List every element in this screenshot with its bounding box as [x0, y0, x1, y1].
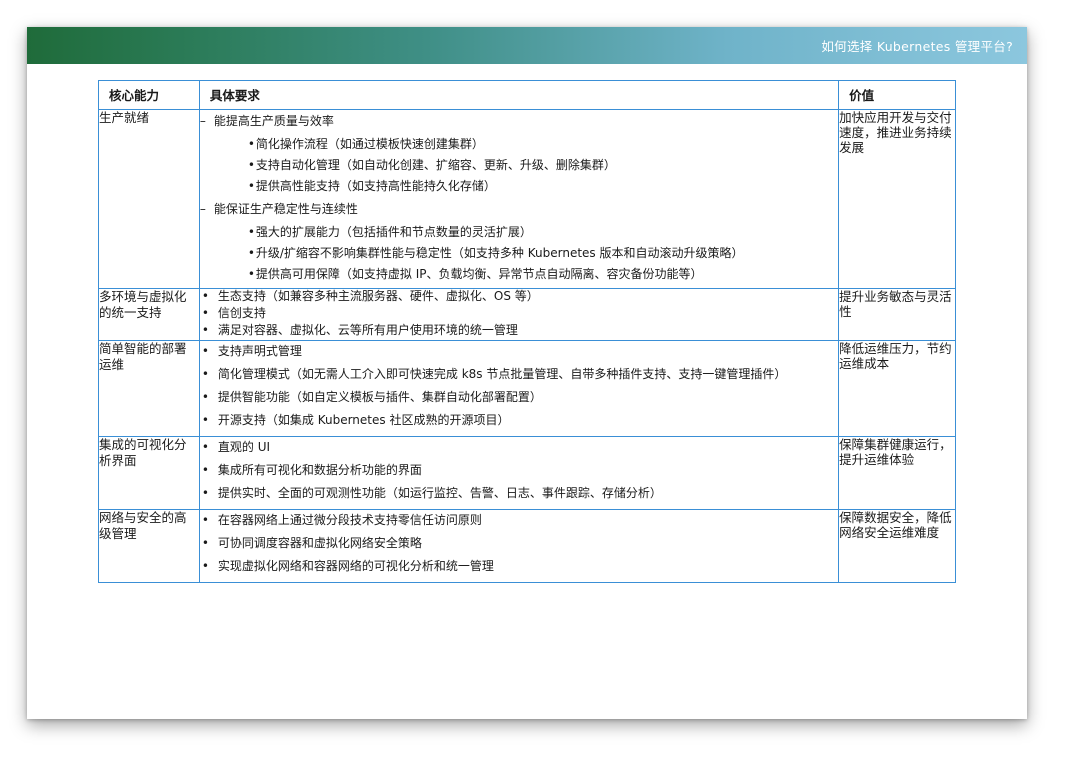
- requirements-cell: – 能提高生产质量与效率 • 简化操作流程（如通过模板快速创建集群） • 支持自动化管…: [198, 109, 840, 289]
- column-header-value: 价值: [838, 80, 956, 110]
- list-item-text: 强大的扩展能力（包括插件和节点数量的灵活扩展）: [255, 225, 532, 239]
- list-item-text: 支持声明式管理: [217, 344, 302, 358]
- table-row: 网络与安全的高级管理 • 在容器网络上通过微分段技术支持零信任访问原则 • 可协同调…: [98, 509, 956, 583]
- value-cell: 保障集群健康运行，提升运维体验: [838, 436, 956, 510]
- dash-marker: –: [199, 202, 206, 216]
- capability-cell: 简单智能的部署运维: [98, 340, 200, 437]
- bullet-marker: •: [247, 246, 255, 260]
- bullet-marker: •: [247, 225, 255, 239]
- document-page: 如何选择 Kubernetes 管理平台? 核心能力 具体要求 价值 生产就绪 …: [27, 27, 1027, 719]
- column-header-requirements: 具体要求: [198, 80, 840, 110]
- bullet-marker: •: [201, 559, 209, 573]
- list-item-text: 简化操作流程（如通过模板快速创建集群）: [255, 137, 484, 151]
- list-item: • 在容器网络上通过微分段技术支持零信任访问原则: [200, 513, 838, 528]
- group-heading-text: 能提高生产质量与效率: [213, 114, 334, 128]
- value-cell: 保障数据安全，降低网络安全运维难度: [838, 509, 956, 583]
- list-item: • 提供高性能支持（如支持高性能持久化存储）: [200, 179, 838, 194]
- bullet-marker: •: [201, 440, 209, 454]
- list-item: • 升级/扩缩容不影响集群性能与稳定性（如支持多种 Kubernetes 版本和自…: [200, 246, 838, 261]
- list-item-text: 提供智能功能（如自定义模板与插件、集群自动化部署配置）: [217, 390, 542, 404]
- bullet-marker: •: [201, 344, 209, 358]
- requirements-cell: • 生态支持（如兼容多种主流服务器、硬件、虚拟化、OS 等） • 信创支持 • 满足对…: [198, 288, 840, 341]
- table-header-row: 核心能力 具体要求 价值: [98, 80, 956, 110]
- list-item-text: 简化管理模式（如无需人工介入即可快速完成 k8s 节点批量管理、自带多种插件支持…: [217, 367, 787, 381]
- list-item-text: 集成所有可视化和数据分析功能的界面: [217, 463, 422, 477]
- list-item: • 简化管理模式（如无需人工介入即可快速完成 k8s 节点批量管理、自带多种插件支…: [200, 367, 838, 382]
- list-item: • 提供智能功能（如自定义模板与插件、集群自动化部署配置）: [200, 390, 838, 405]
- list-item-text: 生态支持（如兼容多种主流服务器、硬件、虚拟化、OS 等）: [217, 289, 539, 303]
- capability-cell: 生产就绪: [98, 109, 200, 289]
- list-item: • 提供实时、全面的可观测性功能（如运行监控、告警、日志、事件跟踪、存储分析）: [200, 486, 838, 501]
- table-row: 集成的可视化分析界面 • 直观的 UI • 集成所有可视化和数据分析功能的界面 • 提…: [98, 436, 956, 510]
- capability-cell: 网络与安全的高级管理: [98, 509, 200, 583]
- value-cell: 加快应用开发与交付速度，推进业务持续发展: [838, 109, 956, 289]
- capability-cell: 集成的可视化分析界面: [98, 436, 200, 510]
- bullet-marker: •: [247, 137, 255, 151]
- list-item: • 支持声明式管理: [200, 344, 838, 359]
- dash-marker: –: [199, 114, 206, 128]
- list-item-text: 升级/扩缩容不影响集群性能与稳定性（如支持多种 Kubernetes 版本和自动…: [255, 246, 744, 260]
- bullet-marker: •: [201, 513, 209, 527]
- bullet-marker: •: [201, 413, 209, 427]
- list-item-text: 开源支持（如集成 Kubernetes 社区成熟的开源项目）: [217, 413, 510, 427]
- list-item: • 简化操作流程（如通过模板快速创建集群）: [200, 137, 838, 152]
- group-heading: – 能保证生产稳定性与连续性: [200, 200, 838, 219]
- list-item-text: 提供高可用保障（如支持虚拟 IP、负载均衡、异常节点自动隔离、容灾备份功能等）: [255, 267, 703, 281]
- list-item-text: 在容器网络上通过微分段技术支持零信任访问原则: [217, 513, 482, 527]
- list-item-text: 直观的 UI: [217, 440, 271, 454]
- list-item: • 强大的扩展能力（包括插件和节点数量的灵活扩展）: [200, 225, 838, 240]
- list-item: • 信创支持: [200, 306, 838, 321]
- list-item: • 满足对容器、虚拟化、云等所有用户使用环境的统一管理: [200, 323, 838, 338]
- requirements-cell: • 在容器网络上通过微分段技术支持零信任访问原则 • 可协同调度容器和虚拟化网络安全…: [198, 509, 840, 583]
- list-item: • 可协同调度容器和虚拟化网络安全策略: [200, 536, 838, 551]
- list-item-text: 提供高性能支持（如支持高性能持久化存储）: [255, 179, 496, 193]
- list-item-text: 提供实时、全面的可观测性功能（如运行监控、告警、日志、事件跟踪、存储分析）: [217, 486, 662, 500]
- bullet-marker: •: [247, 179, 255, 193]
- list-item-text: 支持自动化管理（如自动化创建、扩缩容、更新、升级、删除集群）: [255, 158, 616, 172]
- list-item: • 支持自动化管理（如自动化创建、扩缩容、更新、升级、删除集群）: [200, 158, 838, 173]
- bullet-marker: •: [201, 486, 209, 500]
- header-banner: 如何选择 Kubernetes 管理平台?: [27, 27, 1027, 64]
- bullet-marker: •: [201, 367, 209, 381]
- group-heading-text: 能保证生产稳定性与连续性: [213, 202, 358, 216]
- list-item-text: 信创支持: [217, 306, 266, 320]
- table-row: 多环境与虚拟化的统一支持 • 生态支持（如兼容多种主流服务器、硬件、虚拟化、OS …: [98, 288, 956, 341]
- list-item-text: 满足对容器、虚拟化、云等所有用户使用环境的统一管理: [217, 323, 518, 337]
- capability-cell: 多环境与虚拟化的统一支持: [98, 288, 200, 341]
- list-item: • 直观的 UI: [200, 440, 838, 455]
- column-header-capability: 核心能力: [98, 80, 200, 110]
- list-item-text: 可协同调度容器和虚拟化网络安全策略: [217, 536, 422, 550]
- bullet-marker: •: [201, 289, 209, 303]
- table-row: 简单智能的部署运维 • 支持声明式管理 • 简化管理模式（如无需人工介入即可快速完成…: [98, 340, 956, 437]
- value-cell: 提升业务敏态与灵活性: [838, 288, 956, 341]
- bullet-marker: •: [201, 536, 209, 550]
- list-item-text: 实现虚拟化网络和容器网络的可视化分析和统一管理: [217, 559, 494, 573]
- requirements-cell: • 支持声明式管理 • 简化管理模式（如无需人工介入即可快速完成 k8s 节点批量管…: [198, 340, 840, 437]
- value-cell: 降低运维压力，节约运维成本: [838, 340, 956, 437]
- list-item: • 提供高可用保障（如支持虚拟 IP、负载均衡、异常节点自动隔离、容灾备份功能等）: [200, 267, 838, 282]
- bullet-marker: •: [201, 463, 209, 477]
- list-item: • 实现虚拟化网络和容器网络的可视化分析和统一管理: [200, 559, 838, 574]
- bullet-marker: •: [247, 267, 255, 281]
- list-item: • 生态支持（如兼容多种主流服务器、硬件、虚拟化、OS 等）: [200, 289, 838, 304]
- list-item: • 集成所有可视化和数据分析功能的界面: [200, 463, 838, 478]
- bullet-marker: •: [201, 390, 209, 404]
- group-heading: – 能提高生产质量与效率: [200, 112, 838, 131]
- bullet-marker: •: [201, 306, 209, 320]
- table-row: 生产就绪 – 能提高生产质量与效率 • 简化操作流程（如通过模板快速创建集群） • 支…: [98, 109, 956, 289]
- bullet-marker: •: [201, 323, 209, 337]
- page-title: 如何选择 Kubernetes 管理平台?: [821, 39, 1013, 54]
- list-item: • 开源支持（如集成 Kubernetes 社区成熟的开源项目）: [200, 413, 838, 428]
- requirements-cell: • 直观的 UI • 集成所有可视化和数据分析功能的界面 • 提供实时、全面的可观测性…: [198, 436, 840, 510]
- requirements-table: 核心能力 具体要求 价值 生产就绪 – 能提高生产质量与效率 • 简化操作流程（如通…: [98, 80, 956, 583]
- bullet-marker: •: [247, 158, 255, 172]
